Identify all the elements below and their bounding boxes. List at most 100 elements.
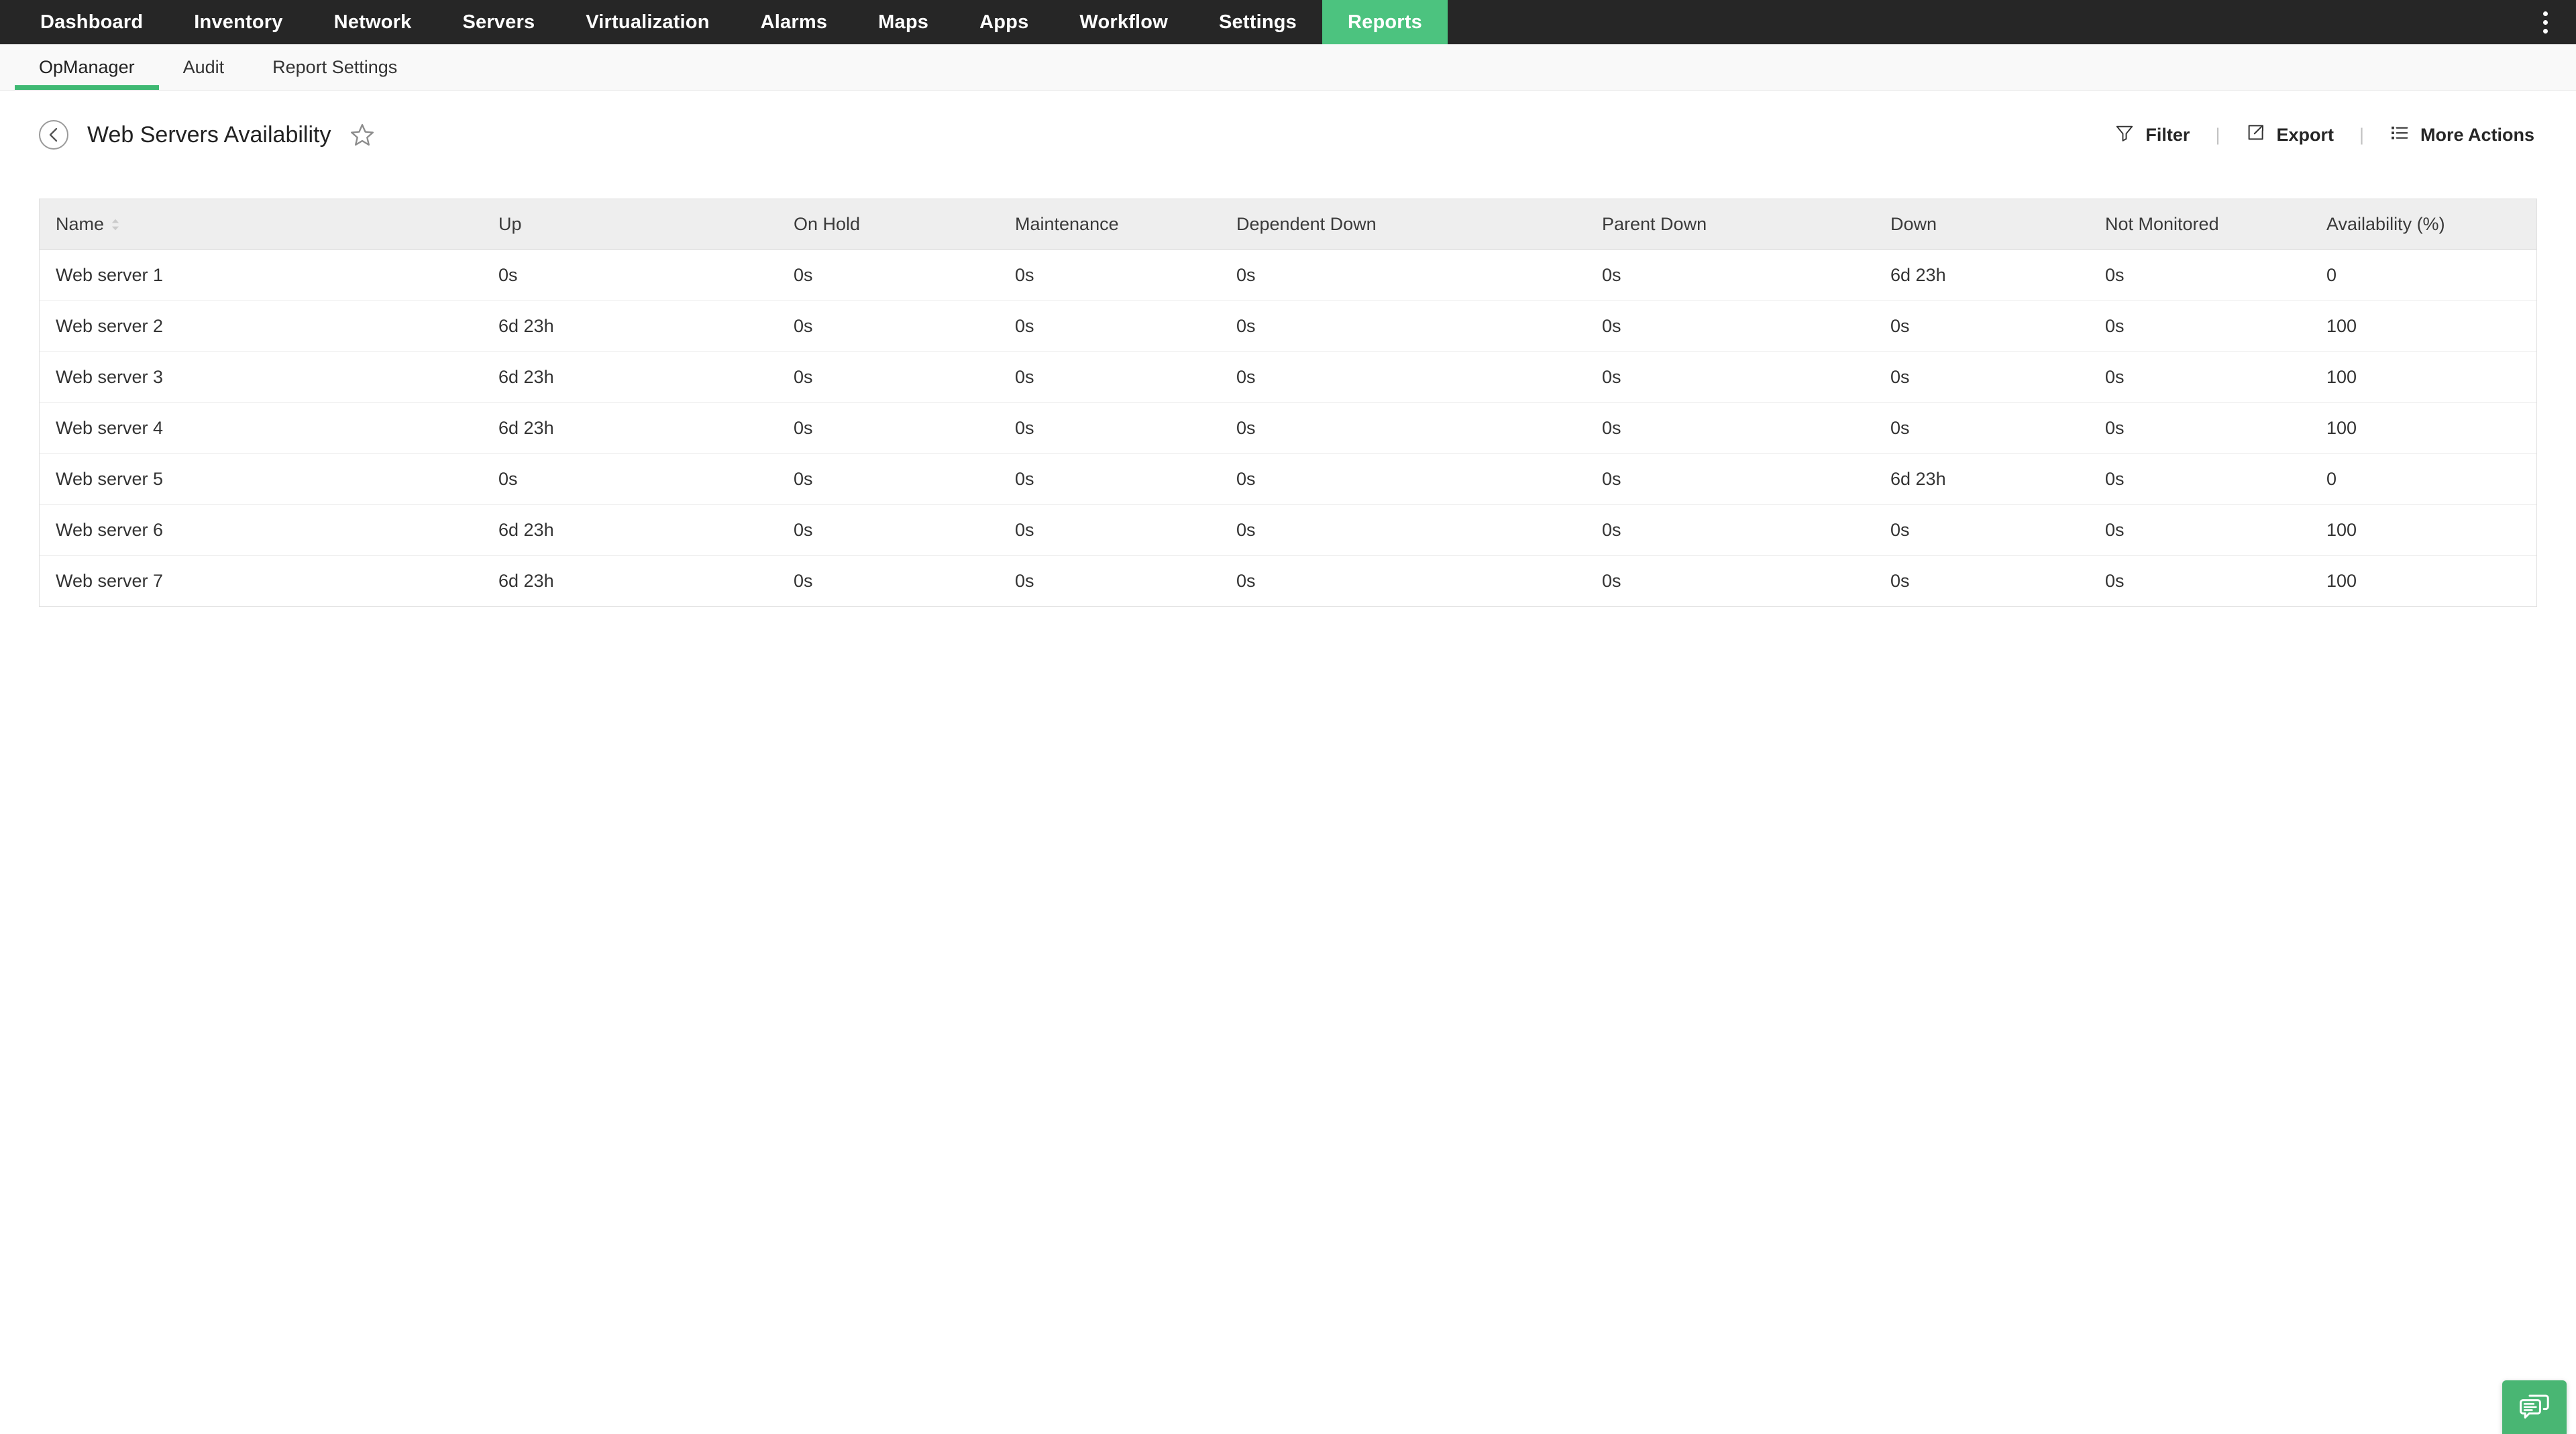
- kebab-dot: [2543, 20, 2548, 25]
- sub-nav-item-audit[interactable]: Audit: [159, 44, 249, 90]
- cell-dependent-down: 0s: [1220, 352, 1586, 403]
- column-header-up[interactable]: Up: [482, 199, 777, 250]
- page-title: Web Servers Availability: [87, 122, 331, 148]
- cell-parent-down: 0s: [1586, 454, 1874, 505]
- table-body: Web server 10s0s0s0s0s6d 23h0s0Web serve…: [40, 250, 2536, 607]
- top-nav-right-group: [2532, 0, 2576, 44]
- cell-on-hold: 0s: [777, 403, 999, 454]
- column-header-maintenance[interactable]: Maintenance: [999, 199, 1220, 250]
- cell-not-monitored: 0s: [2089, 352, 2310, 403]
- top-nav-item-settings[interactable]: Settings: [1193, 0, 1322, 44]
- filter-button[interactable]: Filter: [2112, 117, 2192, 153]
- cell-dependent-down: 0s: [1220, 454, 1586, 505]
- toolbar-separator: |: [2192, 125, 2243, 146]
- cell-maintenance: 0s: [999, 352, 1220, 403]
- cell-not-monitored: 0s: [2089, 250, 2310, 301]
- column-header-label: Not Monitored: [2105, 214, 2219, 235]
- column-header-name[interactable]: Name: [40, 199, 482, 250]
- cell-availability: 100: [2310, 403, 2536, 454]
- page-header-toolbar: Filter | Export |: [2112, 117, 2576, 153]
- column-header-inner: Name: [56, 214, 482, 235]
- cell-dependent-down: 0s: [1220, 301, 1586, 352]
- top-nav-item-dashboard[interactable]: Dashboard: [15, 0, 168, 44]
- cell-maintenance: 0s: [999, 301, 1220, 352]
- cell-up: 0s: [482, 454, 777, 505]
- table-row[interactable]: Web server 76d 23h0s0s0s0s0s0s100: [40, 556, 2536, 607]
- column-header-parent-down[interactable]: Parent Down: [1586, 199, 1874, 250]
- column-header-inner: Dependent Down: [1236, 214, 1586, 235]
- cell-device-name[interactable]: Web server 7: [40, 556, 482, 607]
- column-header-inner: Not Monitored: [2105, 214, 2310, 235]
- cell-down: 0s: [1874, 403, 2089, 454]
- chat-bubbles-icon: [2518, 1392, 2551, 1422]
- cell-device-name[interactable]: Web server 4: [40, 403, 482, 454]
- column-header-availability[interactable]: Availability (%): [2310, 199, 2536, 250]
- top-nav-item-reports[interactable]: Reports: [1322, 0, 1448, 44]
- top-nav-item-maps[interactable]: Maps: [853, 0, 954, 44]
- table-row[interactable]: Web server 36d 23h0s0s0s0s0s0s100: [40, 352, 2536, 403]
- table-header-row: Name Up On Hold Maintenance Dependent Down Pa…: [40, 199, 2536, 250]
- page-header-left: Web Servers Availability: [0, 120, 376, 150]
- top-nav-item-alarms[interactable]: Alarms: [735, 0, 853, 44]
- column-header-inner: Down: [1890, 214, 2089, 235]
- column-header-dependent-down[interactable]: Dependent Down: [1220, 199, 1586, 250]
- cell-availability: 100: [2310, 301, 2536, 352]
- cell-on-hold: 0s: [777, 556, 999, 607]
- top-nav-item-network[interactable]: Network: [309, 0, 437, 44]
- chat-support-button[interactable]: [2502, 1380, 2567, 1434]
- filter-label: Filter: [2145, 125, 2190, 146]
- export-button[interactable]: Export: [2243, 117, 2337, 153]
- funnel-glyph: [2114, 123, 2135, 143]
- funnel-icon: [2114, 123, 2135, 148]
- cell-device-name[interactable]: Web server 2: [40, 301, 482, 352]
- kebab-menu-icon[interactable]: [2532, 5, 2559, 40]
- cell-not-monitored: 0s: [2089, 556, 2310, 607]
- cell-availability: 100: [2310, 352, 2536, 403]
- table-row[interactable]: Web server 10s0s0s0s0s6d 23h0s0: [40, 250, 2536, 301]
- cell-up: 0s: [482, 250, 777, 301]
- cell-device-name[interactable]: Web server 3: [40, 352, 482, 403]
- cell-maintenance: 0s: [999, 505, 1220, 556]
- column-header-down[interactable]: Down: [1874, 199, 2089, 250]
- cell-down: 0s: [1874, 505, 2089, 556]
- sort-updown-icon[interactable]: [111, 219, 120, 231]
- column-header-on-hold[interactable]: On Hold: [777, 199, 999, 250]
- column-header-not-monitored[interactable]: Not Monitored: [2089, 199, 2310, 250]
- top-nav-item-inventory[interactable]: Inventory: [168, 0, 308, 44]
- cell-device-name[interactable]: Web server 6: [40, 505, 482, 556]
- cell-down: 6d 23h: [1874, 454, 2089, 505]
- more-actions-button[interactable]: More Actions: [2387, 117, 2537, 153]
- star-glyph: [350, 122, 375, 148]
- top-nav-items: DashboardInventoryNetworkServersVirtuali…: [0, 0, 1448, 44]
- top-nav-item-virtualization[interactable]: Virtualization: [560, 0, 735, 44]
- cell-on-hold: 0s: [777, 352, 999, 403]
- toolbar-separator: |: [2337, 125, 2387, 146]
- column-header-label: On Hold: [794, 214, 860, 235]
- cell-maintenance: 0s: [999, 403, 1220, 454]
- table-row[interactable]: Web server 26d 23h0s0s0s0s0s0s100: [40, 301, 2536, 352]
- cell-down: 0s: [1874, 352, 2089, 403]
- table-row[interactable]: Web server 50s0s0s0s0s6d 23h0s0: [40, 454, 2536, 505]
- star-outline-icon[interactable]: [348, 121, 376, 149]
- back-chevron-circle-icon[interactable]: [39, 120, 68, 150]
- cell-device-name[interactable]: Web server 5: [40, 454, 482, 505]
- export-glyph: [2245, 123, 2265, 143]
- top-nav-item-servers[interactable]: Servers: [437, 0, 560, 44]
- table-row[interactable]: Web server 46d 23h0s0s0s0s0s0s100: [40, 403, 2536, 454]
- top-nav-item-apps[interactable]: Apps: [954, 0, 1054, 44]
- list-lines-icon: [2390, 123, 2410, 148]
- column-header-label: Name: [56, 214, 104, 235]
- report-table-container: Name Up On Hold Maintenance Dependent Down Pa…: [39, 199, 2537, 607]
- cell-up: 6d 23h: [482, 352, 777, 403]
- cell-not-monitored: 0s: [2089, 505, 2310, 556]
- top-nav-item-workflow[interactable]: Workflow: [1054, 0, 1193, 44]
- cell-dependent-down: 0s: [1220, 403, 1586, 454]
- sub-nav-item-opmanager[interactable]: OpManager: [15, 44, 159, 90]
- sub-nav-item-report-settings[interactable]: Report Settings: [248, 44, 421, 90]
- table-row[interactable]: Web server 66d 23h0s0s0s0s0s0s100: [40, 505, 2536, 556]
- kebab-dot: [2543, 11, 2548, 16]
- cell-dependent-down: 0s: [1220, 505, 1586, 556]
- more-actions-label: More Actions: [2420, 125, 2534, 146]
- column-header-label: Dependent Down: [1236, 214, 1377, 235]
- cell-device-name[interactable]: Web server 1: [40, 250, 482, 301]
